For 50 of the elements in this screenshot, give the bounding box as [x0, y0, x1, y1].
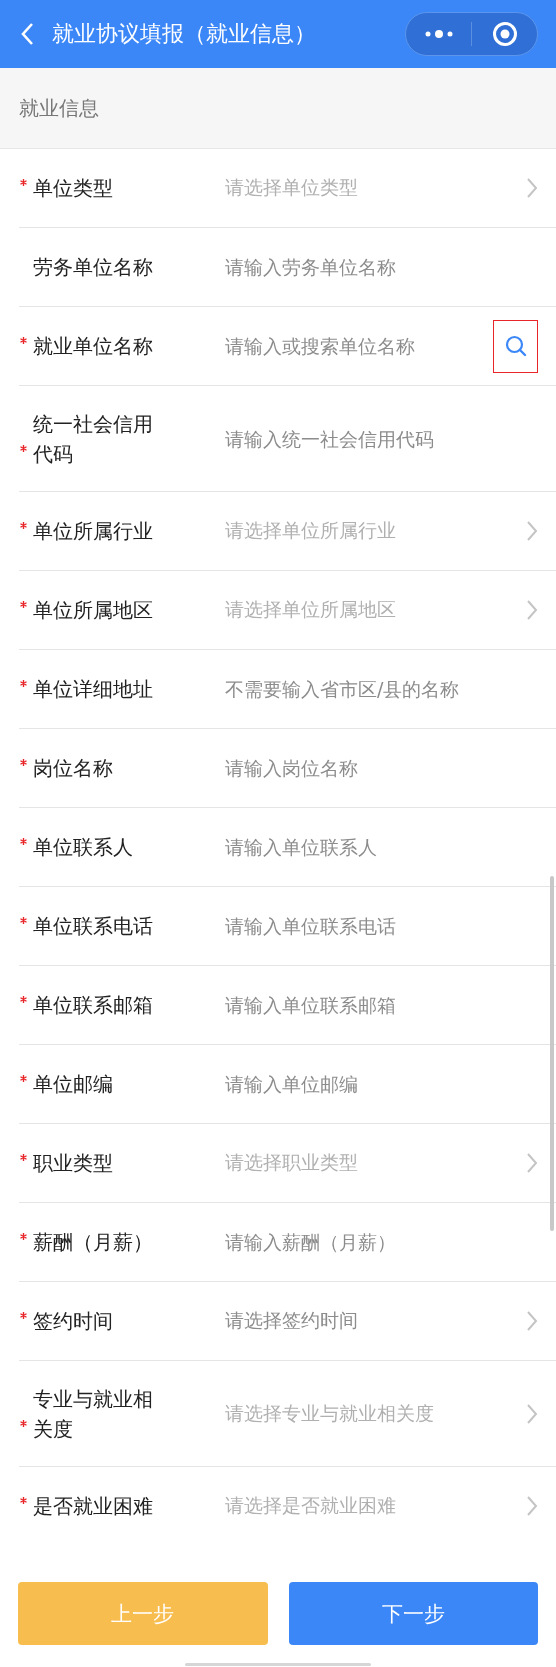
search-button[interactable] — [493, 319, 538, 373]
back-icon[interactable] — [20, 22, 34, 46]
field-label: 单位联系邮箱 — [33, 992, 154, 1019]
target-icon — [491, 21, 518, 47]
input-field[interactable]: 请输入单位联系人 — [225, 832, 538, 862]
field-label: 单位所属地区 — [33, 597, 154, 624]
select-field[interactable]: 请选择专业与就业相关度 — [225, 1400, 526, 1427]
field-label: 岗位名称 — [33, 755, 114, 782]
input-field[interactable]: 请输入单位联系电话 — [225, 911, 538, 941]
input-field[interactable]: 请输入统一社会信用代码 — [225, 423, 538, 454]
chevron-right-icon — [526, 1402, 538, 1425]
field-label: 统一社会信用代码 — [33, 410, 154, 468]
field-label: 单位详细地址 — [33, 676, 154, 703]
field-label: 专业与就业相关度 — [33, 1385, 154, 1443]
input-field[interactable]: 请输入单位邮编 — [225, 1069, 538, 1099]
select-field[interactable]: 请选择是否就业困难 — [225, 1493, 526, 1519]
next-button[interactable]: 下一步 — [288, 1582, 538, 1645]
field-label: 签约时间 — [33, 1308, 114, 1335]
more-icon — [423, 29, 454, 39]
input-field[interactable]: 请输入岗位名称 — [225, 753, 538, 783]
field-label: 单位邮编 — [33, 1071, 114, 1098]
chevron-right-icon — [526, 599, 538, 621]
field-label: 是否就业困难 — [33, 1493, 154, 1520]
input-field[interactable]: 请输入单位联系邮箱 — [225, 990, 538, 1020]
field-label: 劳务单位名称 — [33, 254, 154, 281]
select-field[interactable]: 请选择签约时间 — [225, 1308, 526, 1334]
field-label: 薪酬（月薪） — [33, 1229, 154, 1256]
page-title: 就业协议填报（就业信息） — [52, 20, 317, 48]
chevron-right-icon — [526, 1152, 538, 1174]
field-label: 职业类型 — [33, 1150, 114, 1177]
chevron-right-icon — [526, 520, 538, 542]
previous-button[interactable]: 上一步 — [18, 1582, 268, 1645]
search-icon — [504, 335, 527, 357]
input-field[interactable]: 请输入薪酬（月薪） — [225, 1227, 538, 1257]
select-field[interactable]: 请选择职业类型 — [225, 1150, 526, 1176]
field-label: 就业单位名称 — [33, 333, 154, 360]
select-field[interactable]: 请选择单位类型 — [225, 175, 526, 201]
select-field[interactable]: 请选择单位所属行业 — [225, 518, 526, 544]
input-field[interactable]: 不需要输入省市区/县的名称 — [225, 674, 538, 704]
field-label: 单位所属行业 — [33, 518, 154, 545]
section-title: 就业信息 — [19, 94, 99, 122]
input-field[interactable]: 请输入劳务单位名称 — [225, 252, 538, 282]
chevron-right-icon — [526, 177, 538, 199]
chevron-right-icon — [526, 1310, 538, 1332]
field-label: 单位联系人 — [33, 834, 134, 861]
select-field[interactable]: 请选择单位所属地区 — [225, 597, 526, 623]
field-label: 单位类型 — [33, 175, 114, 202]
chevron-right-icon — [526, 1495, 538, 1517]
input-field[interactable]: 请输入或搜索单位名称 — [225, 331, 493, 361]
field-label: 单位联系电话 — [33, 913, 154, 940]
